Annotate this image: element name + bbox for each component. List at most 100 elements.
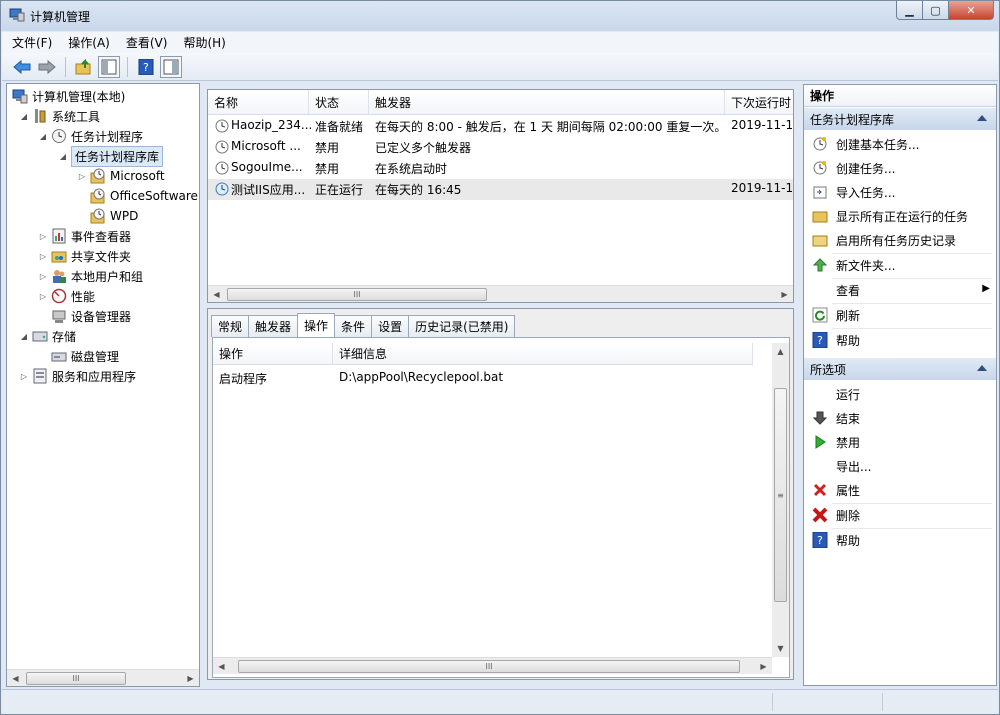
collapse-icon[interactable]: ◢ — [19, 112, 29, 121]
action-help-selected[interactable]: ? 帮助 — [804, 528, 996, 552]
show-hide-tree-button[interactable] — [98, 55, 120, 78]
expand-icon[interactable]: ▷ — [38, 252, 48, 261]
menu-action[interactable]: 操作(A) — [68, 34, 110, 51]
action-run[interactable]: 运行 — [804, 382, 996, 406]
tree-item-event-viewer[interactable]: ▷ 事件查看器 — [38, 226, 131, 246]
action-help[interactable]: ? 帮助 — [804, 328, 996, 352]
scroll-left-icon[interactable]: ◀ — [7, 670, 24, 687]
show-hide-action-pane-button[interactable] — [160, 55, 182, 78]
scroll-up-icon[interactable]: ▲ — [772, 343, 789, 360]
close-button[interactable]: ✕ — [949, 1, 994, 20]
task-list-horizontal-scrollbar[interactable]: ◀ III ▶ — [208, 285, 793, 302]
event-viewer-icon — [52, 228, 66, 244]
action-properties[interactable]: 属性 — [804, 478, 996, 502]
title-bar: 计算机管理 ▁ ▢ ✕ — [1, 1, 999, 31]
tree-horizontal-scrollbar[interactable]: ◀ III ▶ — [7, 669, 199, 686]
tree-item-task-library[interactable]: ◢ 任务计划程序库 — [58, 145, 164, 167]
action-disable[interactable]: 禁用 — [804, 430, 996, 454]
action-type[interactable]: 启动程序 — [219, 370, 267, 387]
collapse-icon[interactable]: ◢ — [38, 132, 48, 141]
expand-icon[interactable]: ▷ — [38, 292, 48, 301]
tree-item-device-manager[interactable]: 设备管理器 — [51, 306, 131, 326]
scroll-right-icon[interactable]: ▶ — [776, 286, 793, 303]
scroll-left-icon[interactable]: ◀ — [208, 286, 225, 303]
scroll-right-icon[interactable]: ▶ — [755, 658, 772, 675]
help-toolbar-button[interactable]: ? — [135, 56, 157, 78]
tree-item-microsoft[interactable]: ▷ Microsoft — [77, 166, 165, 186]
tree-item-storage[interactable]: ◢ 存储 — [19, 326, 76, 346]
column-header-details[interactable]: 详细信息 — [333, 343, 753, 365]
expand-icon[interactable]: ▷ — [38, 232, 48, 241]
collapse-section-icon[interactable] — [977, 365, 987, 371]
tab-triggers[interactable]: 触发器 — [248, 315, 299, 337]
task-status: 禁用 — [315, 162, 340, 176]
collapse-section-icon[interactable] — [977, 115, 987, 121]
action-new-folder[interactable]: 新文件夹... — [804, 253, 996, 277]
back-button[interactable] — [11, 56, 33, 78]
tree-item-task-scheduler[interactable]: ◢ 任务计划程序 — [38, 126, 143, 146]
collapse-icon[interactable]: ◢ — [19, 332, 29, 341]
tab-general[interactable]: 常规 — [211, 315, 250, 337]
task-row[interactable]: Microsoft ... 禁用 已定义多个触发器 — [208, 137, 793, 158]
minimize-button[interactable]: ▁ — [896, 1, 923, 20]
tree-item-root[interactable]: 计算机管理(本地) — [12, 86, 125, 106]
scroll-thumb[interactable]: III — [26, 671, 126, 685]
tree-item-local-users[interactable]: ▷ 本地用户和组 — [38, 266, 143, 286]
column-header-name[interactable]: 名称 — [208, 90, 309, 115]
expand-icon[interactable]: ▷ — [19, 372, 29, 381]
expand-icon[interactable]: ▷ — [77, 172, 87, 181]
actions-title: 操作 — [810, 89, 835, 103]
maximize-button[interactable]: ▢ — [923, 1, 949, 20]
tab-history[interactable]: 历史记录(已禁用) — [408, 315, 516, 337]
scroll-right-icon[interactable]: ▶ — [182, 670, 199, 687]
collapse-icon[interactable]: ◢ — [58, 152, 68, 161]
forward-button[interactable] — [36, 56, 58, 78]
expand-icon[interactable]: ▷ — [38, 272, 48, 281]
tree-item-performance[interactable]: ▷ 性能 — [38, 286, 95, 306]
task-row[interactable]: SogouIme... 禁用 在系统启动时 — [208, 158, 793, 179]
task-row-selected[interactable]: 测试IIS应用... 正在运行 在每天的 16:45 2019-11-18 — [208, 179, 793, 200]
tree-item-wpd[interactable]: WPD — [90, 206, 138, 226]
tree-item-services-apps[interactable]: ▷ 服务和应用程序 — [19, 366, 136, 386]
tree-item-shared-folders[interactable]: ▷ 共享文件夹 — [38, 246, 131, 266]
action-details[interactable]: D:\appPool\Recyclepool.bat — [339, 370, 503, 384]
menu-help[interactable]: 帮助(H) — [183, 34, 225, 51]
scroll-thumb[interactable]: III — [227, 287, 487, 301]
action-delete[interactable]: 删除 — [804, 503, 996, 527]
action-show-running-tasks[interactable]: 显示所有正在运行的任务 — [804, 204, 996, 228]
column-header-status[interactable]: 状态 — [309, 90, 369, 115]
action-refresh[interactable]: 刷新 — [804, 303, 996, 327]
menu-view[interactable]: 查看(V) — [126, 34, 168, 51]
tab-actions[interactable]: 操作 — [297, 313, 336, 337]
tab-label: 设置 — [378, 320, 403, 334]
scroll-thumb[interactable]: ≡ — [774, 388, 787, 602]
column-label: 触发器 — [375, 95, 412, 110]
scroll-down-icon[interactable]: ▼ — [772, 640, 789, 657]
action-create-basic-task[interactable]: 创建基本任务... — [804, 132, 996, 156]
section-selected-item[interactable]: 所选项 — [804, 358, 996, 380]
tree-label: Microsoft — [110, 169, 165, 183]
action-create-task[interactable]: 创建任务... — [804, 156, 996, 180]
action-import-task[interactable]: 导入任务... — [804, 180, 996, 204]
scroll-left-icon[interactable]: ◀ — [213, 658, 230, 675]
tree-item-system-tools[interactable]: ◢ 系统工具 — [19, 106, 100, 126]
tools-icon — [35, 109, 46, 123]
tree-item-officesoftware[interactable]: OfficeSoftware — [90, 186, 198, 206]
action-view[interactable]: 查看 ▶ — [804, 278, 996, 302]
action-enable-history[interactable]: 启用所有任务历史记录 — [804, 228, 996, 252]
action-export[interactable]: 导出... — [804, 454, 996, 478]
section-task-library[interactable]: 任务计划程序库 — [804, 108, 996, 130]
actions-vertical-scrollbar[interactable]: ▲ ≡ ▼ — [772, 343, 789, 657]
column-header-action[interactable]: 操作 — [213, 343, 333, 365]
tab-settings[interactable]: 设置 — [371, 315, 410, 337]
tab-conditions[interactable]: 条件 — [334, 315, 373, 337]
scroll-thumb[interactable]: III — [238, 659, 740, 673]
actions-horizontal-scrollbar[interactable]: ◀ III ▶ — [213, 657, 772, 674]
tree-item-disk-management[interactable]: 磁盘管理 — [51, 346, 119, 366]
up-level-button[interactable] — [73, 56, 95, 78]
task-row[interactable]: Haozip_234... 准备就绪 在每天的 8:00 - 触发后，在 1 天… — [208, 116, 793, 137]
column-header-next-run[interactable]: 下次运行时 — [725, 90, 793, 115]
action-end[interactable]: 结束 — [804, 406, 996, 430]
menu-file[interactable]: 文件(F) — [12, 34, 52, 51]
column-header-trigger[interactable]: 触发器 — [369, 90, 725, 115]
